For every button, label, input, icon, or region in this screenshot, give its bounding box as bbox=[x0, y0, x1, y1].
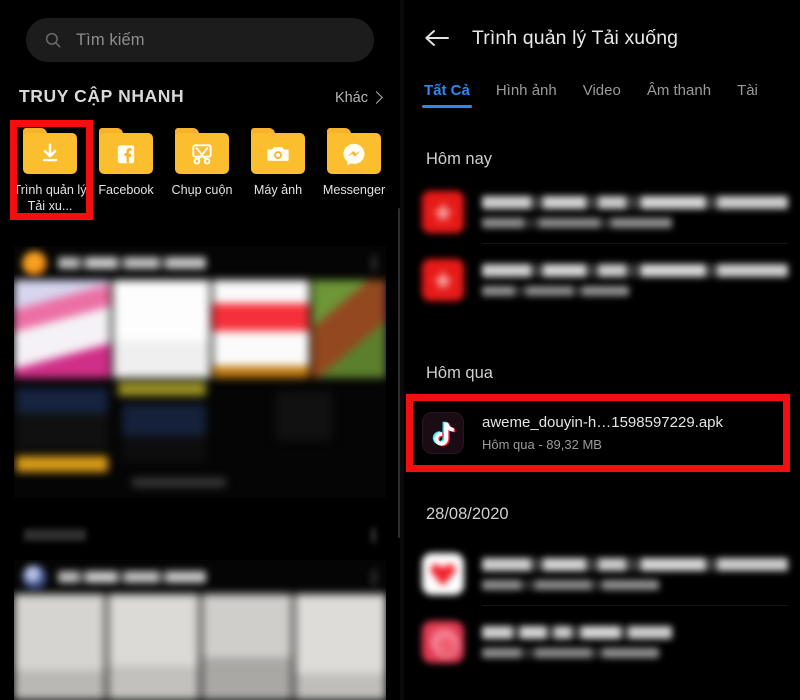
screenshot-folder-icon bbox=[175, 128, 229, 174]
file-meta bbox=[482, 580, 660, 590]
feed-separator bbox=[0, 525, 400, 547]
folder-item-camera[interactable]: Máy ảnh bbox=[240, 128, 316, 214]
file-row-text bbox=[482, 196, 788, 228]
tab-video[interactable]: Video bbox=[583, 82, 621, 108]
download-folder-icon bbox=[23, 128, 77, 174]
file-meta: Hôm qua - 89,32 MB bbox=[482, 437, 602, 452]
tab-all[interactable]: Tất Cả bbox=[422, 82, 472, 108]
more-options-icon[interactable] bbox=[372, 569, 376, 586]
download-manager-panel: Trình quản lý Tải xuống Tất Cả Hình ảnh … bbox=[404, 0, 800, 700]
folder-item-messenger[interactable]: Messenger bbox=[316, 128, 392, 214]
avatar bbox=[22, 565, 47, 590]
file-row[interactable] bbox=[422, 613, 788, 671]
file-row-text bbox=[482, 264, 788, 296]
file-row[interactable] bbox=[422, 545, 788, 603]
folder-label: Trình quản lý Tải xu... bbox=[13, 183, 87, 213]
quick-access-more-button[interactable]: Khác bbox=[334, 90, 383, 106]
facebook-folder-icon bbox=[99, 128, 153, 174]
folder-item-downloads[interactable]: Trình quản lý Tải xu... bbox=[12, 128, 88, 214]
messenger-folder-icon bbox=[327, 128, 381, 174]
search-icon bbox=[45, 32, 61, 48]
pdf-file-icon bbox=[422, 259, 464, 301]
thumbnail bbox=[14, 594, 105, 700]
file-row-text: aweme_douyin-h…1598597229.apk Hôm qua - … bbox=[482, 414, 788, 452]
file-row[interactable] bbox=[422, 183, 788, 241]
download-filter-tabs: Tất Cả Hình ảnh Video Âm thanh Tài bbox=[404, 82, 800, 122]
feed-card-blurred-1[interactable] bbox=[14, 246, 386, 498]
file-name bbox=[482, 264, 788, 277]
search-input[interactable]: Tìm kiếm bbox=[26, 18, 374, 62]
thumbnail bbox=[201, 594, 293, 700]
pdf-file-icon bbox=[422, 191, 464, 233]
quick-access-title: TRUY CẬP NHANH bbox=[19, 86, 185, 106]
feed-card-header bbox=[14, 560, 386, 594]
section-header-yesterday: Hôm qua bbox=[426, 364, 493, 382]
quick-access-more-label: Khác bbox=[334, 90, 368, 106]
section-header-date: 28/08/2020 bbox=[426, 505, 509, 523]
search-placeholder: Tìm kiếm bbox=[76, 30, 145, 49]
page-title: Trình quản lý Tải xuống bbox=[472, 26, 679, 49]
tab-audio[interactable]: Âm thanh bbox=[647, 82, 711, 108]
thumbnail bbox=[113, 280, 210, 378]
avatar bbox=[22, 251, 47, 276]
tab-documents[interactable]: Tài bbox=[737, 82, 758, 108]
file-row-text bbox=[482, 558, 788, 590]
folder-label: Facebook bbox=[98, 183, 154, 197]
thumbnail bbox=[311, 280, 386, 378]
quick-access-folder-row: Trình quản lý Tải xu... Facebook Chụp cu… bbox=[12, 128, 400, 214]
chevron-right-icon bbox=[370, 91, 383, 104]
tiktok-app-icon bbox=[422, 412, 464, 454]
file-meta bbox=[482, 218, 672, 228]
file-meta bbox=[482, 648, 660, 658]
more-options-icon[interactable] bbox=[372, 255, 376, 272]
file-name bbox=[482, 626, 672, 639]
file-manager-home-panel: Tìm kiếm TRUY CẬP NHANH Khác Trình quản … bbox=[0, 0, 400, 700]
feed-media-thumbnails bbox=[14, 594, 386, 700]
row-divider bbox=[482, 605, 788, 606]
thumbnail bbox=[295, 594, 386, 700]
feed-card-header bbox=[14, 246, 386, 280]
file-meta bbox=[482, 286, 629, 296]
feed-card-blurred-2[interactable] bbox=[14, 560, 386, 700]
file-row-highlighted[interactable]: aweme_douyin-h…1598597229.apk Hôm qua - … bbox=[422, 404, 788, 462]
thumbnail bbox=[212, 280, 309, 378]
tab-images[interactable]: Hình ảnh bbox=[496, 82, 557, 108]
back-arrow-icon[interactable] bbox=[424, 28, 450, 48]
feed-media-thumbnails bbox=[14, 280, 386, 487]
quick-access-header: TRUY CẬP NHANH Khác bbox=[19, 86, 383, 107]
screenshot-root: Tìm kiếm TRUY CẬP NHANH Khác Trình quản … bbox=[0, 0, 800, 700]
feed-author-name bbox=[58, 571, 206, 583]
folder-label: Máy ảnh bbox=[253, 183, 303, 197]
apk-file-icon bbox=[422, 553, 464, 595]
thumbnail bbox=[107, 594, 199, 700]
folder-label: Chụp cuộn bbox=[171, 183, 233, 197]
folder-label: Messenger bbox=[322, 183, 386, 197]
file-row[interactable] bbox=[422, 251, 788, 309]
camera-folder-icon bbox=[251, 128, 305, 174]
download-manager-header: Trình quản lý Tải xuống bbox=[404, 16, 800, 60]
row-divider bbox=[482, 243, 788, 244]
apk-file-icon bbox=[422, 621, 464, 663]
folder-item-facebook[interactable]: Facebook bbox=[88, 128, 164, 214]
feed-author-name bbox=[58, 257, 206, 269]
folder-item-screenshots[interactable]: Chụp cuộn bbox=[164, 128, 240, 214]
file-name: aweme_douyin-h…1598597229.apk bbox=[482, 414, 724, 431]
file-name bbox=[482, 558, 788, 571]
file-name bbox=[482, 196, 788, 209]
file-row-text bbox=[482, 626, 788, 658]
section-header-today: Hôm nay bbox=[426, 150, 493, 168]
thumbnail bbox=[14, 280, 111, 378]
